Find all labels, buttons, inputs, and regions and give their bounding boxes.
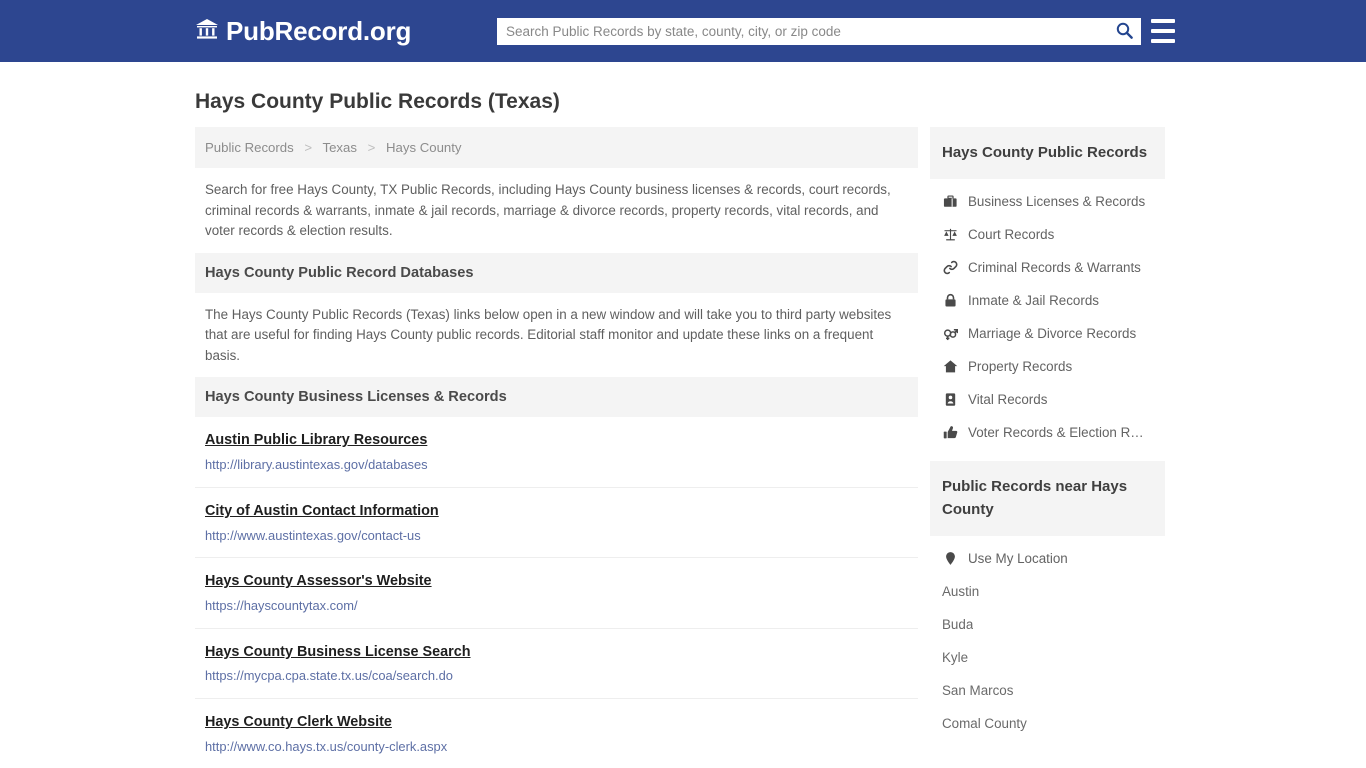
content-columns: Public Records > Texas > Hays County Sea… xyxy=(0,127,1366,768)
record-link-item: City of Austin Contact Information http:/… xyxy=(195,488,918,559)
sidebar-item-buda[interactable]: Buda xyxy=(930,608,1165,641)
sidebar-item-business-licenses-records[interactable]: Business Licenses & Records xyxy=(930,185,1165,218)
sidebar-item-label: San Marcos xyxy=(942,683,1014,699)
page-title: Hays County Public Records (Texas) xyxy=(195,90,560,113)
sidebar-nearby-box: Public Records near Hays County Use My L… xyxy=(930,461,1165,740)
sidebar-item-label: Criminal Records & Warrants xyxy=(968,260,1141,276)
hamburger-bar-1 xyxy=(1151,19,1175,23)
sidebar-item-vital-records[interactable]: Vital Records xyxy=(930,383,1165,416)
sidebar-item-inmate-jail-records[interactable]: Inmate & Jail Records xyxy=(930,284,1165,317)
record-link-url[interactable]: http://library.austintexas.gov/databases xyxy=(205,457,908,474)
record-link-item: Hays County Clerk Website http://www.co.h… xyxy=(195,699,918,768)
brand-text: PubRecord.org xyxy=(226,16,412,46)
record-link-title[interactable]: Austin Public Library Resources xyxy=(205,431,427,450)
breadcrumb-item-2[interactable]: Hays County xyxy=(386,140,462,155)
briefcase-icon xyxy=(942,194,958,209)
sidebar-records-list: Business Licenses & Records Court Records… xyxy=(930,179,1165,449)
sidebar-item-label: Kyle xyxy=(942,650,969,666)
sidebar-records-header: Hays County Public Records xyxy=(930,127,1165,180)
record-link-item: Austin Public Library Resources http://li… xyxy=(195,417,918,488)
record-link-url[interactable]: https://mycpa.cpa.state.tx.us/coa/search… xyxy=(205,668,908,685)
record-link-title[interactable]: Hays County Clerk Website xyxy=(205,713,392,732)
sidebar-item-label: Use My Location xyxy=(968,551,1068,567)
sidebar-item-label: Comal County xyxy=(942,716,1027,732)
hamburger-menu-button[interactable] xyxy=(1151,19,1175,43)
sidebar-item-court-records[interactable]: Court Records xyxy=(930,218,1165,251)
home-icon xyxy=(942,359,958,374)
breadcrumb-item-0[interactable]: Public Records xyxy=(205,140,294,155)
bank-building-icon xyxy=(195,18,219,45)
sidebar-item-voter-records-election-r[interactable]: Voter Records & Election R… xyxy=(930,416,1165,449)
id-card-icon xyxy=(942,392,958,407)
main-column: Public Records > Texas > Hays County Sea… xyxy=(195,127,918,768)
sidebar-item-label: Court Records xyxy=(968,227,1055,243)
map-pin-icon xyxy=(942,551,958,566)
sidebar-item-san-marcos[interactable]: San Marcos xyxy=(930,674,1165,707)
search-icon xyxy=(1116,22,1133,42)
hamburger-bar-3 xyxy=(1151,39,1175,43)
record-link-url[interactable]: https://hayscountytax.com/ xyxy=(205,598,908,615)
business-licenses-heading-band: Hays County Business Licenses & Records xyxy=(195,377,918,418)
sidebar-item-label: Inmate & Jail Records xyxy=(968,293,1099,309)
record-link-title[interactable]: Hays County Assessor's Website xyxy=(205,572,432,591)
breadcrumb: Public Records > Texas > Hays County xyxy=(195,127,918,169)
sidebar-item-label: Vital Records xyxy=(968,392,1048,408)
sidebar-records-box: Hays County Public Records Business Lice… xyxy=(930,127,1165,449)
record-link-item: Hays County Business License Search https… xyxy=(195,629,918,700)
lock-icon xyxy=(942,293,958,308)
sidebar-item-label: Property Records xyxy=(968,359,1073,375)
sidebar-item-austin[interactable]: Austin xyxy=(930,575,1165,608)
breadcrumb-item-1[interactable]: Texas xyxy=(323,140,357,155)
venus-mars-icon xyxy=(942,326,958,341)
sidebar-item-comal-county[interactable]: Comal County xyxy=(930,707,1165,740)
sidebar-item-kyle[interactable]: Kyle xyxy=(930,641,1165,674)
hamburger-bar-2 xyxy=(1151,29,1175,33)
business-licenses-heading: Hays County Business Licenses & Records xyxy=(205,389,507,406)
thumbs-up-icon xyxy=(942,425,958,440)
sidebar: Hays County Public Records Business Lice… xyxy=(930,127,1165,768)
handcuffs-icon xyxy=(942,260,958,275)
sidebar-nearby-title: Public Records near Hays County xyxy=(942,478,1128,519)
search-input[interactable] xyxy=(497,18,1107,45)
breadcrumb-separator-0: > xyxy=(304,140,313,156)
sidebar-item-label: Business Licenses & Records xyxy=(968,194,1146,210)
record-link-url[interactable]: http://www.co.hays.tx.us/county-clerk.as… xyxy=(205,739,908,756)
page-body: Hays County Public Records (Texas) Publi… xyxy=(0,62,1366,768)
site-logo-link[interactable]: PubRecord.org xyxy=(195,18,411,45)
sidebar-records-title: Hays County Public Records xyxy=(942,144,1148,162)
databases-paragraph: The Hays County Public Records (Texas) l… xyxy=(205,306,892,363)
databases-heading-band: Hays County Public Record Databases xyxy=(195,252,918,293)
breadcrumb-separator-1: > xyxy=(367,140,376,156)
balance-scale-icon xyxy=(942,227,958,242)
sidebar-nearby-list: Use My Location Austin Buda Kyle San Marcos C… xyxy=(930,536,1165,740)
sidebar-item-use-my-location[interactable]: Use My Location xyxy=(930,542,1165,575)
record-link-url[interactable]: http://www.austintexas.gov/contact-us xyxy=(205,528,908,545)
sidebar-item-label: Voter Records & Election R… xyxy=(968,425,1144,441)
sidebar-item-marriage-divorce-records[interactable]: Marriage & Divorce Records xyxy=(930,317,1165,350)
record-link-item: Hays County Assessor's Website https://ha… xyxy=(195,558,918,629)
record-link-title[interactable]: City of Austin Contact Information xyxy=(205,502,439,521)
record-link-title[interactable]: Hays County Business License Search xyxy=(205,643,471,662)
search-button[interactable] xyxy=(1107,18,1141,45)
site-header: PubRecord.org xyxy=(0,0,1366,62)
record-link-list: Austin Public Library Resources http://li… xyxy=(195,417,918,768)
databases-heading: Hays County Public Record Databases xyxy=(205,264,474,281)
sidebar-item-label: Buda xyxy=(942,617,974,633)
intro-paragraph: Search for free Hays County, TX Public R… xyxy=(205,182,891,239)
search-bar xyxy=(497,18,1141,45)
sidebar-item-property-records[interactable]: Property Records xyxy=(930,350,1165,383)
sidebar-item-label: Austin xyxy=(942,584,980,600)
sidebar-nearby-header: Public Records near Hays County xyxy=(930,461,1165,537)
sidebar-item-criminal-records-warrants[interactable]: Criminal Records & Warrants xyxy=(930,251,1165,284)
sidebar-item-label: Marriage & Divorce Records xyxy=(968,326,1137,342)
